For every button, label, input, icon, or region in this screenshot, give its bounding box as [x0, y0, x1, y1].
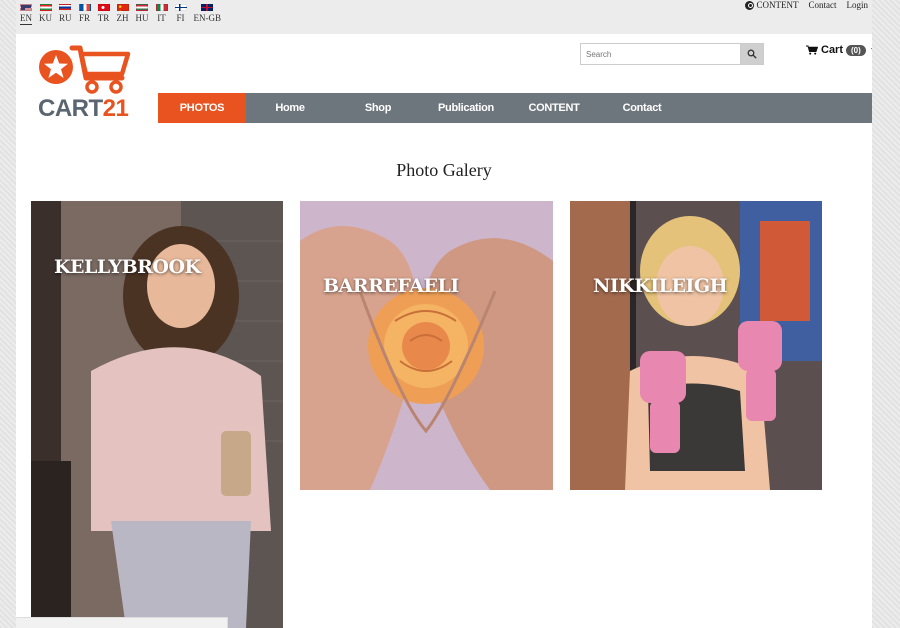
- gb-flag-icon: [201, 4, 214, 11]
- search-form: [580, 43, 764, 65]
- nav-item-contact[interactable]: Contact: [598, 93, 686, 123]
- site-header: CART21 Cart (0) PHOTOS Home Shop: [16, 34, 872, 123]
- nav-item-photos[interactable]: PHOTOS: [158, 93, 246, 123]
- language-en-gb[interactable]: EN-GB: [193, 4, 222, 25]
- content-link-label: CONTENT: [756, 0, 799, 10]
- content-icon: [744, 0, 754, 10]
- tr-flag-icon: [97, 4, 110, 11]
- language-code: HU: [135, 13, 149, 23]
- nav-item-home[interactable]: Home: [246, 93, 334, 123]
- bottom-status-tab: [16, 617, 228, 628]
- fr-flag-icon: [78, 4, 91, 11]
- gallery-card-barrefaeli[interactable]: BARREFAELI: [300, 201, 553, 490]
- language-ru[interactable]: RU: [59, 4, 72, 25]
- gallery-card-caption: BARREFAELI: [323, 275, 459, 297]
- logo-text-part2: 21: [102, 95, 129, 122]
- gallery-card-caption: NIKKILEIGH: [593, 275, 728, 297]
- it-flag-icon: [155, 4, 168, 11]
- search-input[interactable]: [580, 43, 740, 65]
- language-code: FR: [79, 13, 91, 23]
- main-nav: PHOTOS Home Shop Publication CONTENT Con…: [158, 93, 872, 123]
- fi-flag-icon: [174, 4, 187, 11]
- content-link[interactable]: CONTENT: [744, 0, 799, 10]
- language-code: FI: [176, 13, 185, 23]
- chevron-down-icon: [870, 48, 872, 52]
- shopping-cart-icon: [806, 45, 818, 55]
- cart-dropdown[interactable]: Cart (0): [806, 44, 872, 56]
- logo-wordmark: CART21: [38, 95, 129, 123]
- language-fi[interactable]: FI: [174, 4, 187, 25]
- search-button[interactable]: [740, 43, 764, 65]
- language-code: KU: [39, 13, 52, 23]
- login-link[interactable]: Login: [847, 0, 869, 10]
- page-title: Photo Galery: [396, 160, 492, 180]
- cart-label: Cart: [821, 44, 844, 56]
- nav-item-content[interactable]: CONTENT: [510, 93, 598, 123]
- nav-item-shop[interactable]: Shop: [334, 93, 422, 123]
- cart-count-badge: (0): [846, 44, 866, 56]
- language-code: RU: [59, 13, 72, 23]
- language-code: EN: [20, 13, 32, 25]
- zh-flag-icon: [116, 4, 129, 11]
- language-ku[interactable]: KU: [39, 4, 52, 25]
- hu-flag-icon: [136, 4, 149, 11]
- cart-star-logo-icon: [39, 45, 131, 94]
- ru-flag-icon: [59, 4, 72, 11]
- language-code: IT: [157, 13, 166, 23]
- language-it[interactable]: IT: [155, 4, 168, 25]
- barrefaeli-photo: [300, 201, 553, 490]
- gallery-card-caption: KELLYBROOK: [54, 256, 201, 278]
- search-icon: [747, 49, 757, 59]
- gallery-card-kellybrook[interactable]: KELLYBROOK: [31, 201, 283, 628]
- nav-item-publication[interactable]: Publication: [422, 93, 510, 123]
- language-switcher: EN KU RU FR TR ZH HU IT FI EN-GB: [20, 4, 228, 25]
- top-bar: EN KU RU FR TR ZH HU IT FI EN-GB CONTENT…: [16, 0, 872, 34]
- us-flag-icon: [20, 4, 32, 11]
- contact-link[interactable]: Contact: [809, 0, 837, 10]
- nikkileigh-photo: [570, 201, 822, 490]
- language-hu[interactable]: HU: [136, 4, 149, 25]
- language-code: ZH: [116, 13, 129, 23]
- language-fr[interactable]: FR: [78, 4, 91, 25]
- left-page-gutter: [0, 0, 16, 628]
- page: EN KU RU FR TR ZH HU IT FI EN-GB CONTENT…: [16, 0, 872, 628]
- logo-text-part1: CART: [38, 95, 103, 122]
- language-zh[interactable]: ZH: [116, 4, 129, 25]
- gallery-card-nikkileigh[interactable]: NIKKILEIGH: [570, 201, 822, 490]
- language-code: EN-GB: [193, 13, 222, 23]
- language-en[interactable]: EN: [20, 4, 32, 25]
- ku-flag-icon: [39, 4, 52, 11]
- account-links: CONTENT Contact Login: [744, 0, 869, 10]
- language-code: TR: [97, 13, 110, 23]
- language-tr[interactable]: TR: [97, 4, 110, 25]
- right-page-gutter: [872, 0, 900, 628]
